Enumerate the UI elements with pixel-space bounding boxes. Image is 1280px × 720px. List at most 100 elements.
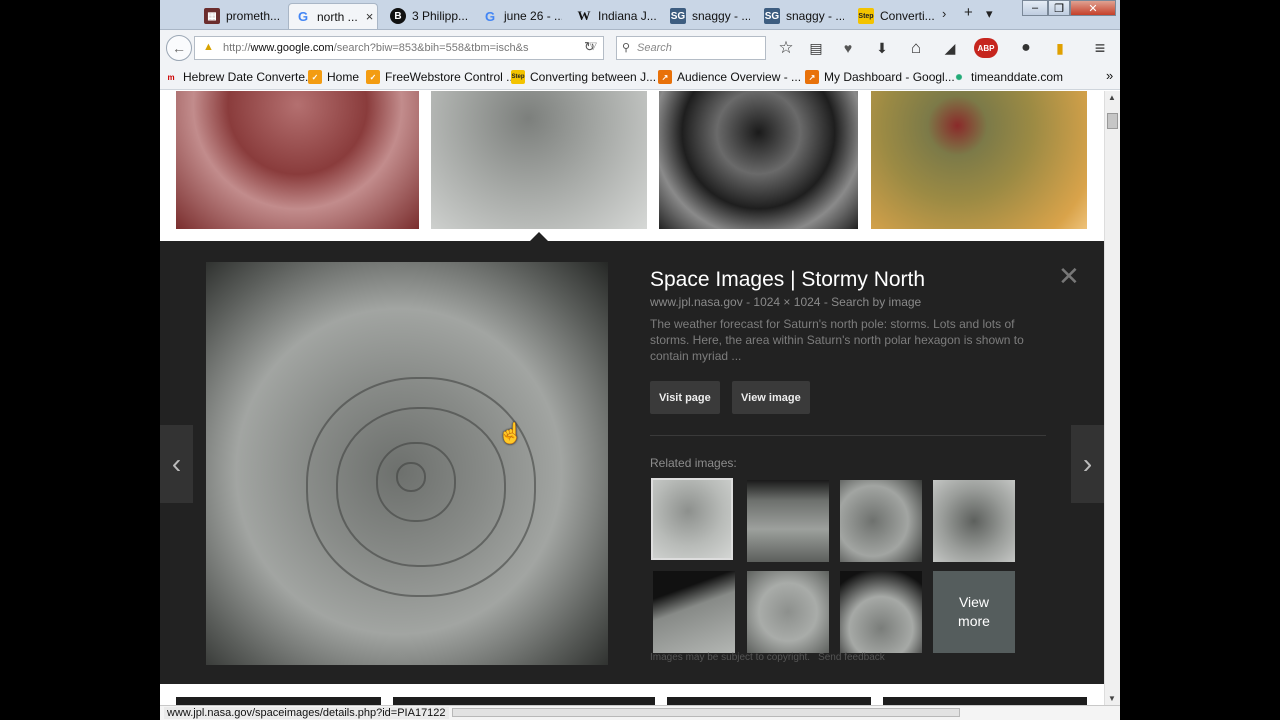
- view-more-button[interactable]: View more: [933, 571, 1015, 653]
- star-icon[interactable]: ☆: [776, 38, 796, 58]
- adblock-icon[interactable]: ABP: [974, 38, 998, 58]
- next-image-button[interactable]: ›: [1071, 425, 1104, 503]
- vertical-scrollbar[interactable]: ▲ ▼: [1104, 91, 1120, 705]
- result-thumbnail[interactable]: [393, 697, 655, 705]
- tab-label: 3 Philipp...: [412, 9, 469, 23]
- reading-list-icon[interactable]: ▤: [806, 38, 826, 58]
- analytics-favicon-icon: ↗: [805, 70, 819, 84]
- bookmark-label: Hebrew Date Converte...: [183, 70, 316, 84]
- result-thumbnail[interactable]: [176, 697, 381, 705]
- scroll-up-icon[interactable]: ▲: [1108, 93, 1116, 102]
- search-placeholder: Search: [637, 42, 672, 54]
- tab-june26[interactable]: G june 26 - ...: [476, 3, 562, 29]
- related-image[interactable]: [840, 571, 922, 653]
- chevron-right-icon: ›: [1082, 448, 1093, 479]
- bookmark-home[interactable]: ✓ Home: [308, 70, 359, 84]
- tab-philipp[interactable]: B 3 Philipp...: [384, 3, 470, 29]
- chat-icon[interactable]: ●: [1016, 38, 1036, 58]
- bookmark-converting[interactable]: Step Converting between J...: [511, 70, 656, 84]
- b-favicon-icon: B: [390, 8, 406, 24]
- result-thumbnail[interactable]: [659, 91, 858, 229]
- pocket-icon[interactable]: ♥: [838, 38, 858, 58]
- preview-title[interactable]: Space Images | Stormy North: [650, 268, 925, 292]
- related-image[interactable]: [747, 480, 829, 562]
- send-icon[interactable]: ◢: [940, 38, 960, 58]
- view-image-button[interactable]: View image: [732, 381, 810, 414]
- tab-north[interactable]: G north ... ×: [288, 3, 378, 29]
- result-thumbnail[interactable]: [431, 91, 647, 229]
- result-thumbnail[interactable]: [176, 91, 419, 229]
- new-tab-icon[interactable]: +: [964, 4, 973, 21]
- related-image[interactable]: [653, 571, 735, 653]
- send-feedback-link[interactable]: Send feedback: [818, 652, 885, 663]
- related-image[interactable]: [840, 480, 922, 562]
- selected-indicator-icon: [530, 232, 548, 241]
- home-icon[interactable]: ⌂: [906, 38, 926, 58]
- bookmark-label: Audience Overview - ...: [677, 70, 802, 84]
- search-by-image-link[interactable]: Search by image: [831, 295, 921, 309]
- browser-window: ▦ prometh... G north ... × B 3 Philipp..…: [160, 0, 1120, 720]
- hebcal-favicon-icon: m: [167, 72, 175, 82]
- menu-icon[interactable]: ≡: [1090, 38, 1110, 58]
- search-input[interactable]: ⚲ Search: [616, 36, 766, 60]
- image-dimensions: 1024 × 1024: [753, 295, 821, 309]
- maximize-icon[interactable]: ❐: [1048, 0, 1070, 16]
- back-button[interactable]: ←: [166, 35, 192, 61]
- wikipedia-favicon-icon: W: [577, 8, 591, 23]
- page-content: ‹ Space Images | Stormy North www.jpl.na…: [160, 91, 1120, 705]
- horizontal-scrollbar[interactable]: [452, 708, 960, 717]
- minimize-icon[interactable]: ‒: [1022, 0, 1048, 16]
- tab-snaggy-1[interactable]: SG snaggy - ...: [664, 3, 750, 29]
- hand-cursor-icon: ☝: [498, 423, 523, 445]
- preview-image[interactable]: [206, 262, 608, 665]
- related-image[interactable]: [933, 480, 1015, 562]
- timeanddate-favicon-icon: ✺: [955, 72, 963, 82]
- copyright-text: Images may be subject to copyright.: [650, 652, 811, 663]
- result-thumbnail[interactable]: [667, 697, 871, 705]
- visit-page-button[interactable]: Visit page: [650, 381, 720, 414]
- bookmarks-more-icon[interactable]: »: [1106, 68, 1113, 83]
- flag-favicon-icon: ▦: [204, 8, 220, 24]
- tab-close-icon[interactable]: ×: [366, 9, 374, 24]
- search-icon: ⚲: [622, 42, 631, 54]
- url-bar[interactable]: ▲ http://www.google.com/search?biw=853&b…: [194, 36, 604, 60]
- tab-converti[interactable]: Step Converti...: [852, 3, 938, 29]
- tab-prometh[interactable]: ▦ prometh...: [198, 3, 286, 29]
- tab-snaggy-2[interactable]: SG snaggy - ...: [758, 3, 844, 29]
- bookmark-timeanddate[interactable]: ✺ timeanddate.com: [952, 70, 1063, 84]
- window-close-icon[interactable]: ✕: [1070, 0, 1116, 16]
- step-favicon-icon: Step: [511, 70, 525, 84]
- preview-description: The weather forecast for Saturn's north …: [650, 317, 1024, 363]
- scroll-down-icon[interactable]: ▼: [1108, 694, 1116, 703]
- download-icon[interactable]: ⬇: [872, 38, 892, 58]
- url-path: /search?biw=853&bih=558&tbm=isch&s: [333, 42, 529, 54]
- bookmark-label: My Dashboard - Googl...: [824, 70, 955, 84]
- bookmark-hebrew-date[interactable]: m Hebrew Date Converte...: [164, 70, 315, 84]
- previous-image-button[interactable]: ‹: [160, 425, 193, 503]
- related-image[interactable]: [651, 478, 733, 560]
- related-image[interactable]: [747, 571, 829, 653]
- tab-indiana[interactable]: W Indiana J...: [570, 3, 657, 29]
- tab-label: june 26 - ...: [504, 9, 562, 23]
- reload-icon[interactable]: ↻: [584, 39, 595, 55]
- result-thumbnail[interactable]: [871, 91, 1087, 229]
- result-thumbnail[interactable]: [883, 697, 1087, 705]
- bookmark-icon[interactable]: ▮: [1050, 38, 1070, 58]
- status-bar: www.jpl.nasa.gov/spaceimages/details.php…: [160, 705, 1120, 720]
- divider: [650, 435, 1046, 436]
- bookmark-audience-overview[interactable]: ↗ Audience Overview - ...: [658, 70, 801, 84]
- tab-scroll-right-icon[interactable]: ›: [942, 6, 946, 21]
- tab-list-icon[interactable]: ▾: [986, 6, 993, 22]
- chevron-left-icon: ‹: [171, 448, 182, 479]
- copyright-notice: Images may be subject to copyright. Send …: [650, 652, 885, 663]
- tab-label: Indiana J...: [598, 9, 656, 23]
- meta-separator: -: [746, 295, 751, 309]
- vortex-center: [396, 462, 426, 492]
- bookmark-label: FreeWebstore Control ...: [385, 70, 517, 84]
- bookmark-freewebstore[interactable]: ✓ FreeWebstore Control ...: [366, 70, 516, 84]
- image-preview-panel: ‹ Space Images | Stormy North www.jpl.na…: [160, 241, 1104, 684]
- source-domain[interactable]: www.jpl.nasa.gov: [650, 295, 743, 309]
- bookmark-my-dashboard[interactable]: ↗ My Dashboard - Googl...: [805, 70, 955, 84]
- scrollbar-thumb[interactable]: [1107, 113, 1118, 129]
- close-icon[interactable]: ✕: [1058, 261, 1080, 292]
